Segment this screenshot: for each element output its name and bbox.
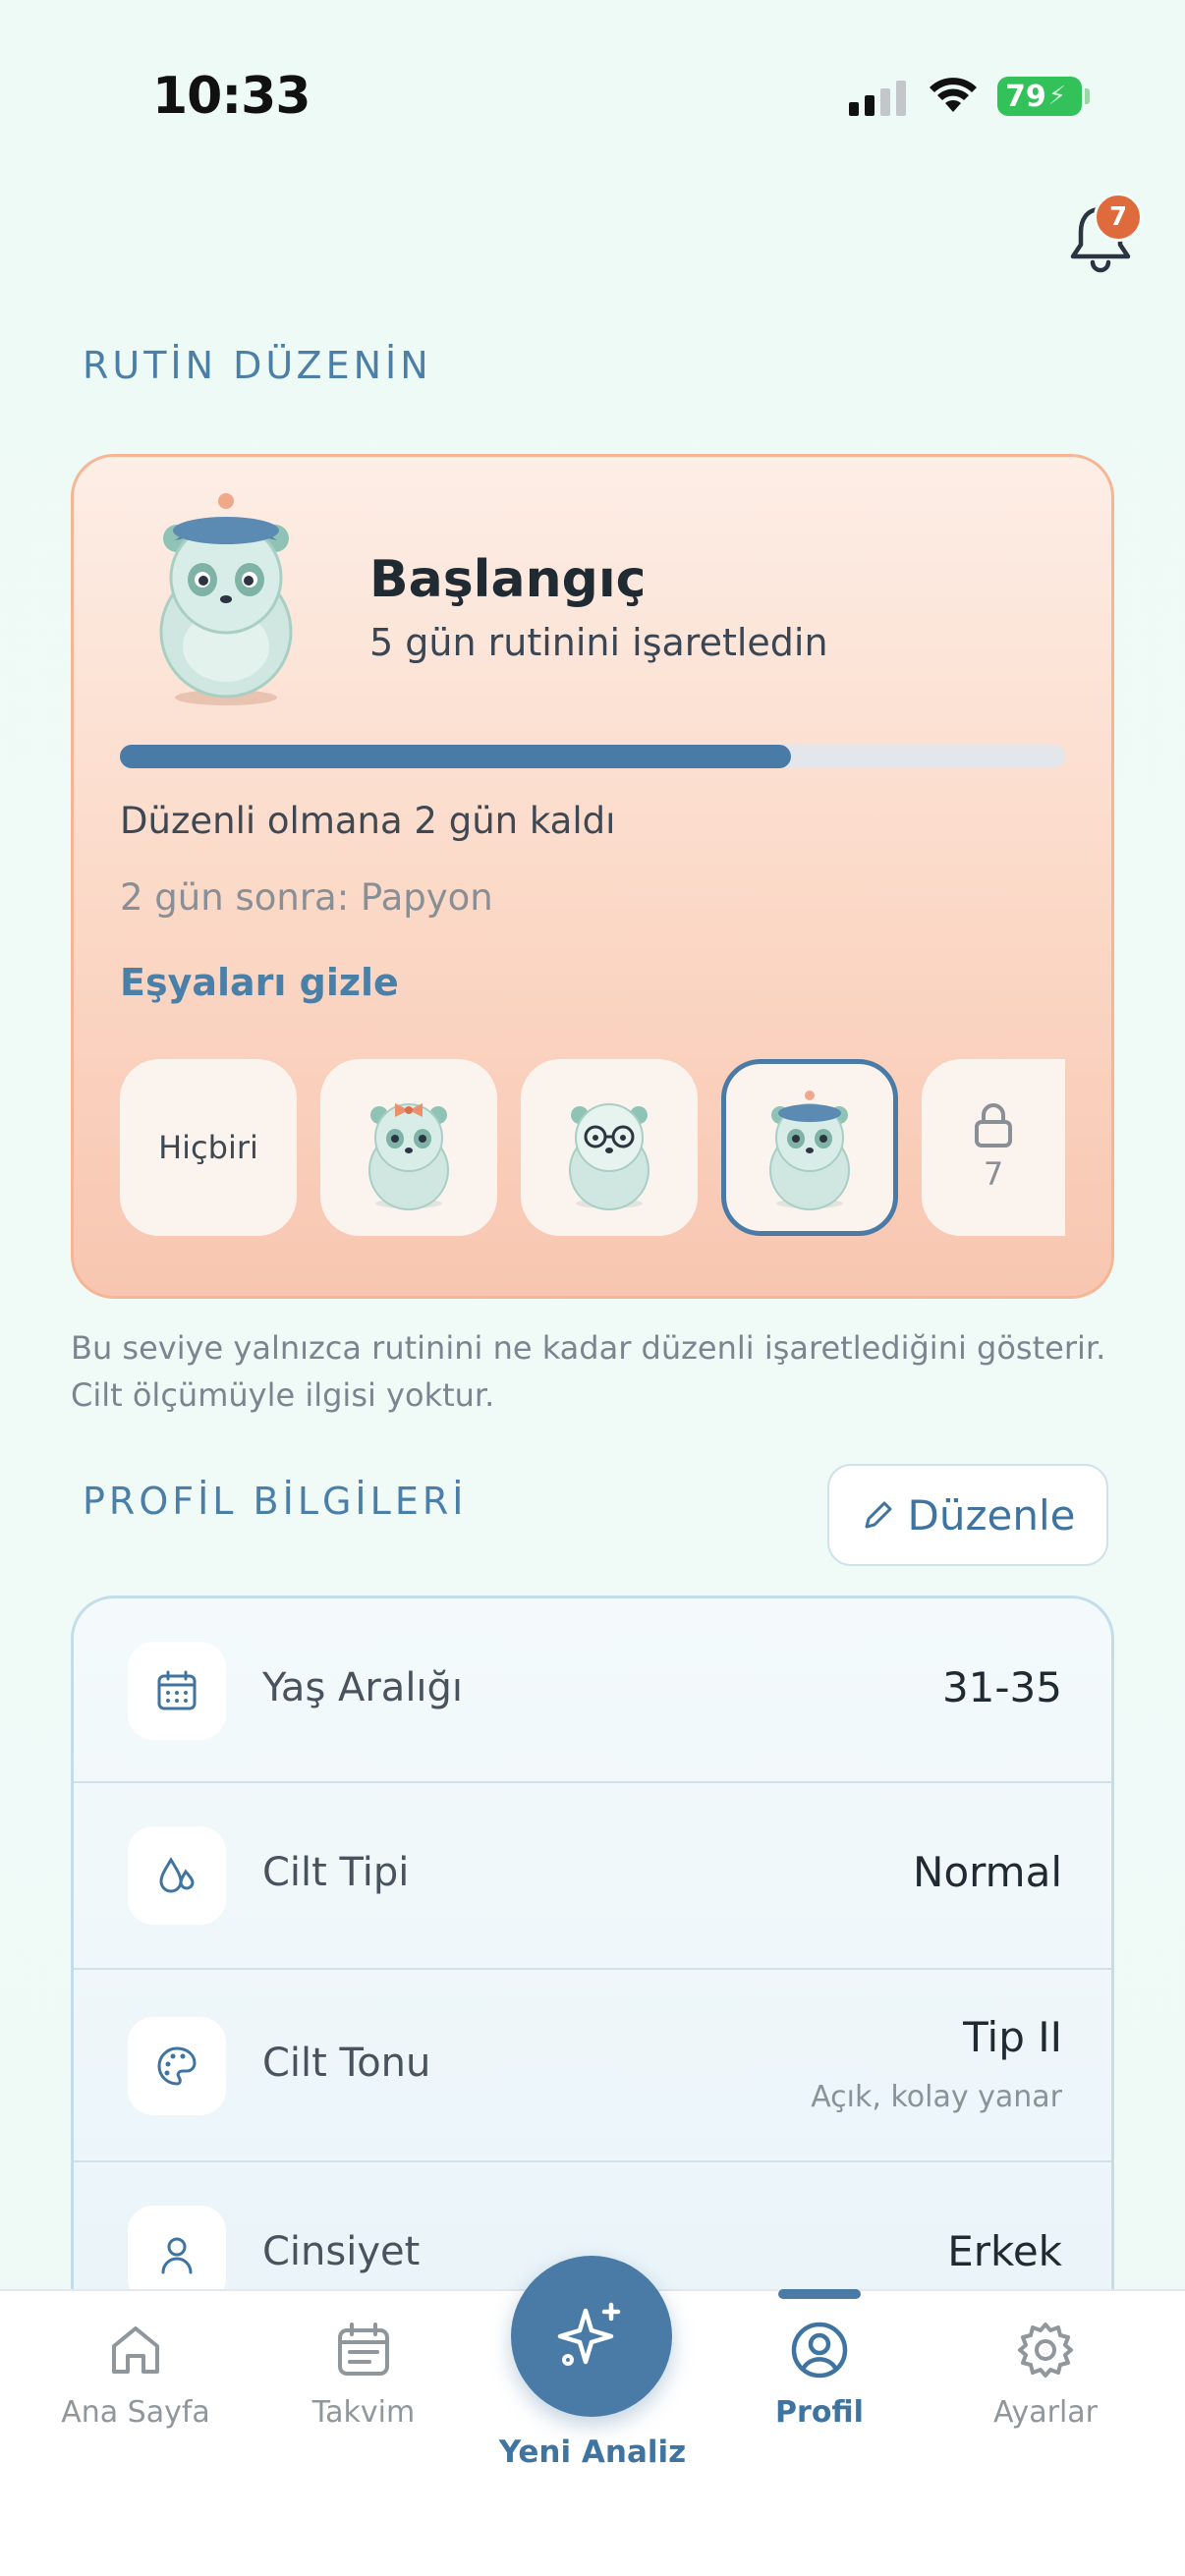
cellular-signal-icon bbox=[849, 81, 906, 116]
gender-value: Erkek bbox=[947, 2227, 1062, 2275]
pencil-icon bbox=[865, 1501, 891, 1529]
routine-section-title: RUTİN DÜZENİN bbox=[83, 344, 432, 387]
drops-icon bbox=[128, 1826, 226, 1925]
gender-label: Cinsiyet bbox=[262, 2229, 421, 2274]
notification-badge: 7 bbox=[1094, 193, 1143, 242]
lock-icon bbox=[975, 1103, 1012, 1148]
locked-item-count: 7 bbox=[983, 1155, 1004, 1193]
new-analysis-button[interactable] bbox=[511, 2256, 672, 2417]
new-analysis-label: Yeni Analiz bbox=[498, 2435, 687, 2470]
age-range-label: Yaş Aralığı bbox=[262, 1665, 464, 1710]
battery-level: 79 bbox=[1005, 79, 1046, 114]
skin-tone-description: Açık, kolay yanar bbox=[811, 2080, 1062, 2114]
item-option-none[interactable]: Hiçbiri bbox=[120, 1059, 297, 1236]
panda-bow-icon bbox=[368, 1103, 449, 1210]
tab-settings[interactable]: Ayarlar bbox=[947, 2319, 1144, 2430]
tab-home-label: Ana Sayfa bbox=[61, 2395, 210, 2430]
level-title: Başlangıç bbox=[369, 550, 647, 609]
profile-section-title: PROFİL BİLGİLERİ bbox=[83, 1480, 468, 1523]
item-option-locked[interactable]: 7 bbox=[922, 1059, 1065, 1236]
calendar-icon bbox=[128, 1642, 226, 1740]
profile-row-skin-tone[interactable]: Cilt Tonu Tip II Açık, kolay yanar bbox=[74, 1970, 1111, 2162]
age-range-value: 31-35 bbox=[941, 1663, 1062, 1711]
level-disclaimer: Bu seviye yalnızca rutinini ne kadar düz… bbox=[71, 1329, 1106, 1414]
item-option-beret[interactable] bbox=[721, 1059, 898, 1236]
tab-profile[interactable]: Profil bbox=[721, 2319, 918, 2430]
profile-row-skin-type[interactable]: Cilt Tipi Normal bbox=[74, 1783, 1111, 1970]
gear-icon bbox=[1018, 2323, 1073, 2378]
tab-calendar[interactable]: Takvim bbox=[265, 2319, 462, 2430]
level-subtitle: 5 gün rutinini işaretledin bbox=[369, 621, 828, 664]
skin-tone-label: Cilt Tonu bbox=[262, 2041, 431, 2086]
battery-indicator: 79 ⚡ bbox=[997, 77, 1090, 116]
active-tab-indicator bbox=[778, 2289, 861, 2299]
item-option-none-label: Hiçbiri bbox=[158, 1129, 258, 1166]
edit-profile-button[interactable]: Düzenle bbox=[827, 1464, 1108, 1566]
profile-icon bbox=[791, 2322, 848, 2379]
panda-glasses-icon bbox=[569, 1103, 649, 1210]
tab-profile-label: Profil bbox=[775, 2395, 864, 2430]
tab-calendar-label: Takvim bbox=[311, 2395, 416, 2430]
item-option-glasses[interactable] bbox=[521, 1059, 698, 1236]
charging-bolt-icon: ⚡ bbox=[1047, 82, 1067, 111]
calendar-tab-icon bbox=[338, 2323, 389, 2376]
home-icon bbox=[112, 2326, 159, 2374]
status-time: 10:33 bbox=[152, 67, 311, 126]
tab-settings-label: Ayarlar bbox=[992, 2395, 1098, 2430]
skin-type-value: Normal bbox=[913, 1848, 1062, 1896]
next-item-text: 2 gün sonra: Papyon bbox=[120, 876, 493, 919]
sparkles-icon bbox=[557, 2302, 621, 2366]
panda-mascot-beret-icon bbox=[159, 493, 293, 705]
hide-items-link[interactable]: Eşyaları gizle bbox=[120, 961, 399, 1004]
skin-tone-value: Tip II bbox=[963, 2013, 1062, 2061]
skin-type-label: Cilt Tipi bbox=[262, 1850, 410, 1895]
profile-row-age[interactable]: Yaş Aralığı 31-35 bbox=[74, 1598, 1111, 1783]
wifi-icon bbox=[930, 78, 977, 112]
item-option-bow[interactable] bbox=[320, 1059, 497, 1236]
palette-icon bbox=[128, 2017, 226, 2115]
tab-home[interactable]: Ana Sayfa bbox=[37, 2319, 234, 2430]
days-left-text: Düzenli olmana 2 gün kaldı bbox=[120, 800, 616, 842]
panda-beret-icon bbox=[769, 1091, 850, 1210]
level-progress-fill bbox=[120, 745, 791, 768]
edit-profile-label: Düzenle bbox=[907, 1490, 1076, 1540]
